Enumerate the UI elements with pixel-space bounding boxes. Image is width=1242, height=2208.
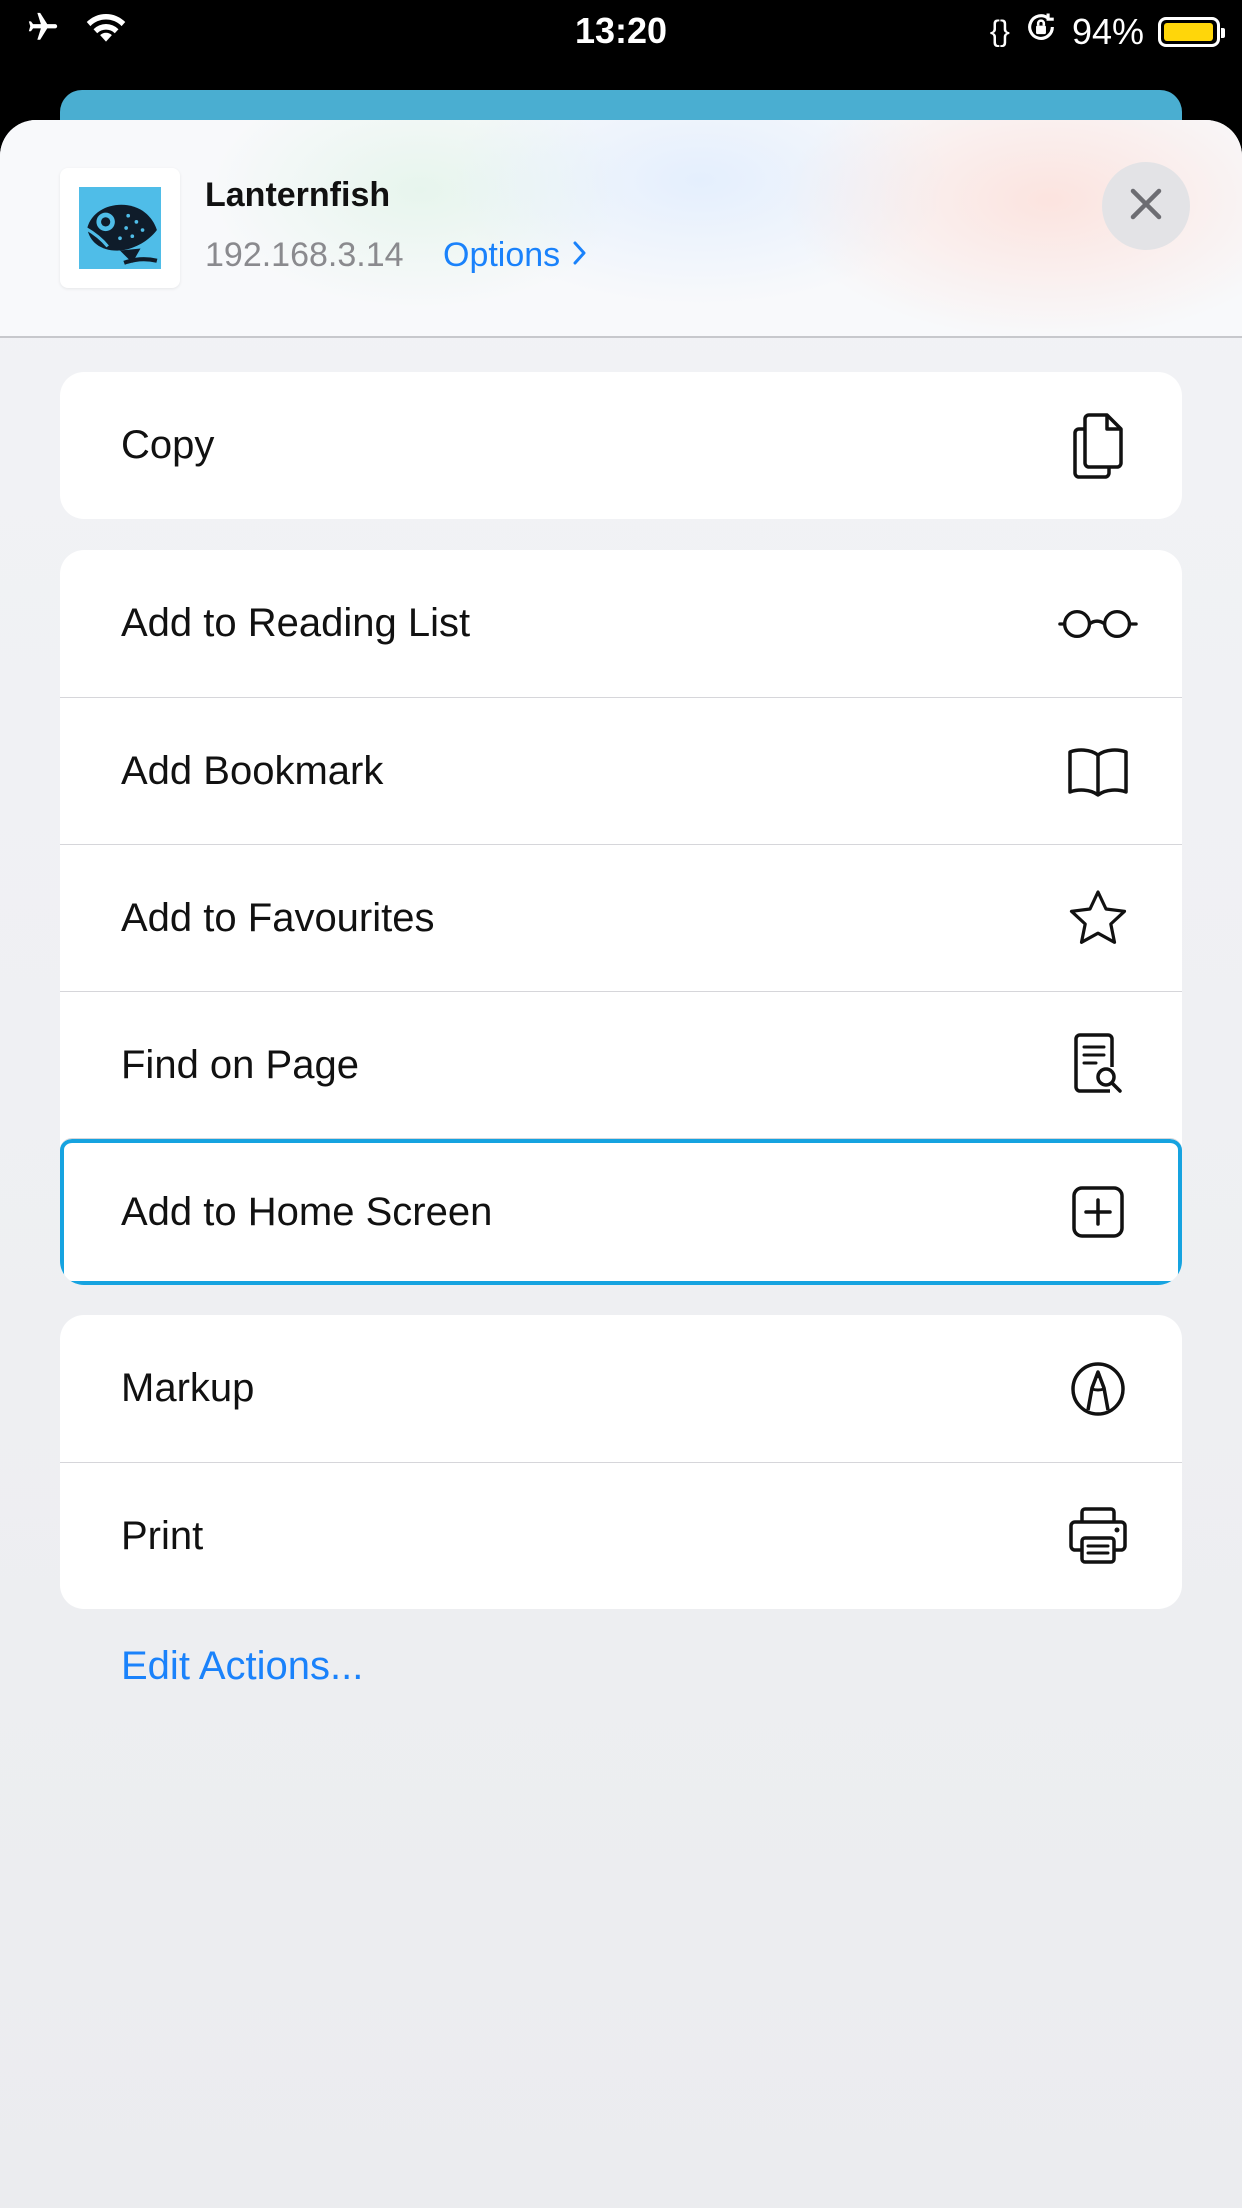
action-add-bookmark[interactable]: Add Bookmark [60, 697, 1182, 844]
chevron-right-icon [572, 236, 588, 275]
action-label: Print [121, 1513, 204, 1558]
close-icon [1128, 186, 1164, 227]
action-add-to-reading-list[interactable]: Add to Reading List [60, 550, 1182, 697]
action-label: Markup [121, 1366, 255, 1410]
status-right: {} 94% [989, 10, 1225, 53]
orientation-lock-icon [1024, 10, 1058, 53]
battery-icon [1158, 16, 1225, 47]
action-label: Copy [121, 423, 215, 467]
action-copy[interactable]: Copy [60, 372, 1182, 519]
action-label: Add to Favourites [121, 895, 435, 940]
action-print[interactable]: Print [60, 1462, 1182, 1609]
plus-square-icon [1058, 1172, 1138, 1252]
action-markup[interactable]: Markup [60, 1315, 1182, 1462]
lanternfish-app-icon [60, 168, 180, 288]
battery-percent: 94% [1071, 10, 1144, 52]
action-label: Add Bookmark [121, 748, 384, 793]
status-bar: 13:20 {} 94% [0, 0, 1242, 64]
find-document-icon [1058, 1025, 1138, 1105]
action-add-to-favourites[interactable]: Add to Favourites [60, 844, 1182, 991]
star-icon [1058, 878, 1138, 958]
close-button[interactable] [1102, 162, 1190, 250]
action-find-on-page[interactable]: Find on Page [60, 991, 1182, 1138]
action-label: Add to Home Screen [121, 1189, 493, 1234]
printer-icon [1058, 1496, 1138, 1576]
braces-indicator: {} [989, 14, 1010, 48]
page-url: 192.168.3.14 [205, 236, 404, 274]
page-title: Lanternfish [205, 176, 391, 214]
markup-pen-icon [1058, 1349, 1138, 1429]
options-link[interactable]: Options [443, 236, 588, 275]
edit-actions-link[interactable]: Edit Actions... [121, 1644, 363, 1689]
options-label: Options [443, 236, 561, 274]
action-group-page: Add to Reading List Add Bookmark Add to … [60, 550, 1182, 1285]
copy-icon [1058, 406, 1138, 486]
glasses-icon [1058, 584, 1138, 664]
action-group-copy: Copy [60, 372, 1182, 519]
action-group-other: Markup Print [60, 1315, 1182, 1609]
action-label: Find on Page [121, 1042, 359, 1087]
action-label: Add to Reading List [121, 601, 471, 645]
book-icon [1058, 731, 1138, 811]
share-sheet: Lanternfish 192.168.3.14 Options Copy Ad… [0, 120, 1242, 2208]
share-sheet-header: Lanternfish 192.168.3.14 Options [0, 120, 1242, 338]
action-add-to-home-screen[interactable]: Add to Home Screen [60, 1138, 1182, 1285]
